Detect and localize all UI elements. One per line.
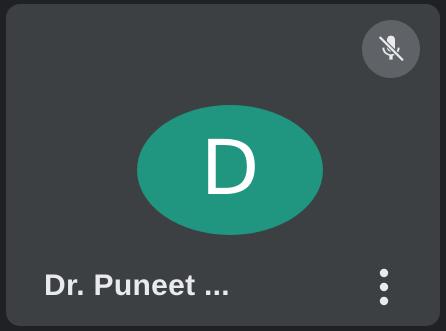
mic-off-icon	[378, 35, 405, 62]
avatar-initial: D	[200, 123, 260, 212]
more-vert-icon	[379, 268, 389, 306]
avatar: D	[137, 105, 323, 235]
participant-tile[interactable]: D Dr. Puneet ...	[6, 4, 440, 326]
more-options-button[interactable]	[362, 262, 406, 312]
participant-name: Dr. Puneet ...	[44, 269, 230, 302]
mute-status-badge	[362, 20, 420, 78]
